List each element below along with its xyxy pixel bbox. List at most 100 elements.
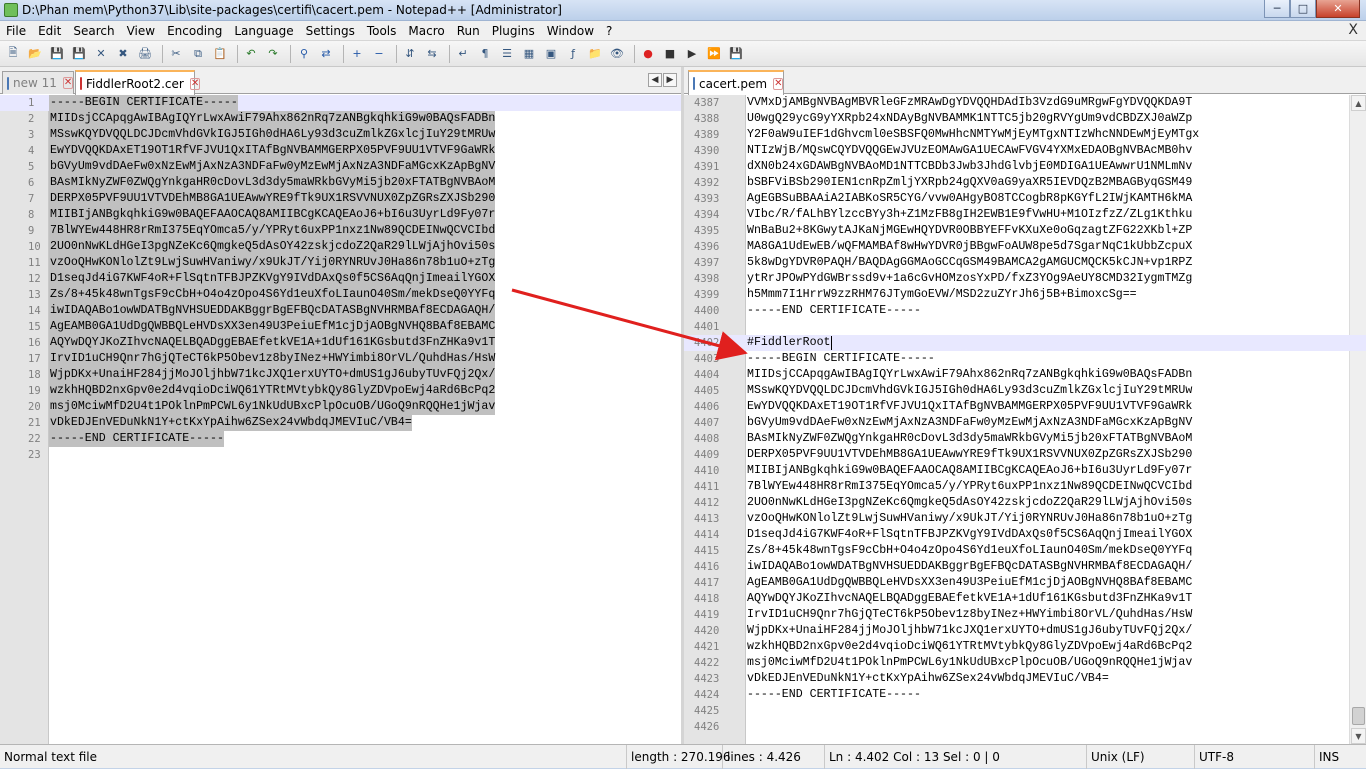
menu-edit[interactable]: Edit	[32, 21, 67, 41]
tab-close-icon[interactable]: ✕	[773, 77, 784, 90]
editor-line: 5 bGVyUm9vdDAeFw0xNzEwMjAxNzA3NDFaFw0yMzE…	[0, 159, 681, 175]
zoom-in-icon[interactable]: +	[348, 45, 366, 63]
status-lines: lines : 4.426	[722, 745, 824, 769]
line-text: AQYwDQYJKoZIhvcNAQELBQADggEBAEfetkVE1A+1…	[49, 335, 496, 351]
line-number: 20	[28, 401, 41, 413]
copy-icon[interactable]: ⧉	[189, 45, 207, 63]
unsaved-document-icon	[80, 77, 82, 90]
tab-scroll-right-icon[interactable]: ▶	[663, 73, 677, 87]
line-text: NTIzWjB/MQswCQYDVQQGEwJVUzEOMAwGA1UECAwF…	[747, 144, 1193, 157]
line-number: 4	[28, 145, 35, 157]
sync-horizontal-icon[interactable]: ⇆	[423, 45, 441, 63]
maximize-icon[interactable]: □	[1290, 0, 1316, 18]
play-multiple-icon[interactable]: ⏩	[705, 45, 723, 63]
right-text-editor[interactable]: ▲ ▼ 4387 VVMxDjAMBgNVBAgMBVRleGFzMRAwDgYD…	[684, 95, 1366, 744]
close-document-icon[interactable]: X	[1348, 22, 1358, 38]
close-icon[interactable]: ✕	[1316, 0, 1360, 18]
line-number: 4394	[694, 209, 720, 221]
line-number: 4396	[694, 241, 720, 253]
editor-line: 4418 AQYwDQYJKoZIhvcNAQELBQADggEBAEfetkVE…	[684, 591, 1366, 607]
find-icon[interactable]: ⚲	[295, 45, 313, 63]
menu-help[interactable]: ?	[600, 21, 618, 41]
menu-window[interactable]: Window	[541, 21, 600, 41]
tab-cacert-pem[interactable]: cacert.pem ✕	[688, 70, 784, 95]
line-text	[746, 703, 747, 719]
redo-icon[interactable]: ↷	[264, 45, 282, 63]
toolbar-separator	[290, 44, 291, 63]
save-icon[interactable]: 💾	[48, 45, 66, 63]
menu-view[interactable]: View	[121, 21, 161, 41]
line-number: 4395	[694, 225, 720, 237]
line-text: 2UO0nNwKLdHGeI3pgNZeKc6QmgkeQ5dAsOY42zsk…	[747, 496, 1193, 509]
doc-map-icon[interactable]: ▣	[542, 45, 560, 63]
line-number: 4409	[694, 449, 720, 461]
close-icon[interactable]: ✕	[92, 45, 110, 63]
menu-search[interactable]: Search	[67, 21, 120, 41]
save-macro-icon[interactable]: 💾	[727, 45, 745, 63]
editor-line: 4414 D1seqJd4iG7KWF4oR+FlSqtnTFBJPZKVgY9I…	[684, 527, 1366, 543]
tab-close-icon[interactable]: ✕	[62, 77, 74, 89]
paste-icon[interactable]: 📋	[211, 45, 229, 63]
line-text: -----END CERTIFICATE-----	[49, 431, 224, 447]
close-all-icon[interactable]: ✖	[114, 45, 132, 63]
zoom-out-icon[interactable]: −	[370, 45, 388, 63]
tab-scroll-left-icon[interactable]: ◀	[648, 73, 662, 87]
line-number: 4419	[694, 609, 720, 621]
line-number: 4393	[694, 193, 720, 205]
line-number: 4422	[694, 657, 720, 669]
record-macro-icon[interactable]: ●	[639, 45, 657, 63]
menu-tools[interactable]: Tools	[361, 21, 403, 41]
tab-new-11[interactable]: new 11 ✕	[2, 71, 74, 94]
menu-macro[interactable]: Macro	[402, 21, 450, 41]
tab-close-icon[interactable]: ✕	[189, 77, 201, 90]
folder-workspace-icon[interactable]: 📁	[586, 45, 604, 63]
play-macro-icon[interactable]: ▶	[683, 45, 701, 63]
status-encoding[interactable]: UTF-8	[1194, 745, 1314, 769]
status-eol[interactable]: Unix (LF)	[1086, 745, 1194, 769]
word-wrap-icon[interactable]: ↵	[454, 45, 472, 63]
monitoring-icon[interactable]: 👁	[608, 45, 626, 63]
title-bar[interactable]: D:\Phan mem\Python37\Lib\site-packages\c…	[0, 0, 1366, 21]
editor-line: 4387 VVMxDjAMBgNVBAgMBVRleGFzMRAwDgYDVQQH…	[684, 95, 1366, 111]
line-number: 4412	[694, 497, 720, 509]
line-number: 4387	[694, 97, 720, 109]
menu-encoding[interactable]: Encoding	[161, 21, 228, 41]
tab-scroll-buttons: ◀ ▶	[647, 73, 677, 87]
editor-line: 4403 -----BEGIN CERTIFICATE-----	[684, 351, 1366, 367]
open-file-icon[interactable]: 📂	[26, 45, 44, 63]
save-all-icon[interactable]: 💾	[70, 45, 88, 63]
editor-line: 4412 2UO0nNwKLdHGeI3pgNZeKc6QmgkeQ5dAsOY4…	[684, 495, 1366, 511]
udl-icon[interactable]: ▦	[520, 45, 538, 63]
line-number: 3	[28, 129, 35, 141]
line-text: dXN0b24xGDAWBgNVBAoMD1NTTCBDb3Jwb3JhdGlv…	[747, 160, 1193, 173]
cut-icon[interactable]: ✂	[167, 45, 185, 63]
line-number: 8	[28, 209, 35, 221]
status-file-type: Normal text file	[4, 750, 98, 764]
menu-plugins[interactable]: Plugins	[486, 21, 541, 41]
indent-guide-icon[interactable]: ☰	[498, 45, 516, 63]
menu-run[interactable]: Run	[451, 21, 486, 41]
line-text: 5k8wDgYDVR0PAQH/BAQDAgGGMAoGCCqGSM49BAMC…	[747, 256, 1193, 269]
tab-fiddlerroot2-cer[interactable]: FiddlerRoot2.cer ✕	[75, 70, 201, 95]
line-number: 17	[28, 353, 41, 365]
status-bar: Normal text file length : 270.196 lines …	[0, 744, 1366, 769]
editor-line: 4420 WjpDKx+UnaiHF284jjMoJOljhbW71kcJXQ1e…	[684, 623, 1366, 639]
undo-icon[interactable]: ↶	[242, 45, 260, 63]
new-file-icon[interactable]: 🗎	[4, 45, 22, 63]
menu-settings[interactable]: Settings	[300, 21, 361, 41]
sync-vertical-icon[interactable]: ⇵	[401, 45, 419, 63]
line-text: MA8GA1UdEwEB/wQFMAMBAf8wHwYDVR0jBBgwFoAU…	[747, 240, 1193, 253]
function-list-icon[interactable]: ƒ	[564, 45, 582, 63]
editor-line: 3 MSswKQYDVQQLDCJDcmVhdGVkIGJ5IGh0dHA6Ly9…	[0, 127, 681, 143]
minimize-icon[interactable]: ─	[1264, 0, 1290, 18]
menu-file[interactable]: File	[0, 21, 32, 41]
left-text-editor[interactable]: 1 -----BEGIN CERTIFICATE----- 2 MIIDsjCCApq…	[0, 95, 681, 744]
menu-language[interactable]: Language	[228, 21, 299, 41]
show-all-chars-icon[interactable]: ¶	[476, 45, 494, 63]
line-number: 4407	[694, 417, 720, 429]
line-text: wzkhHQBD2nxGpv0e2d4vqioDciWQ61YTRtMVtybk…	[49, 383, 496, 399]
line-number: 4403	[694, 353, 720, 365]
stop-record-icon[interactable]: ■	[661, 45, 679, 63]
replace-icon[interactable]: ⇄	[317, 45, 335, 63]
print-icon[interactable]: 🖨	[136, 45, 154, 63]
